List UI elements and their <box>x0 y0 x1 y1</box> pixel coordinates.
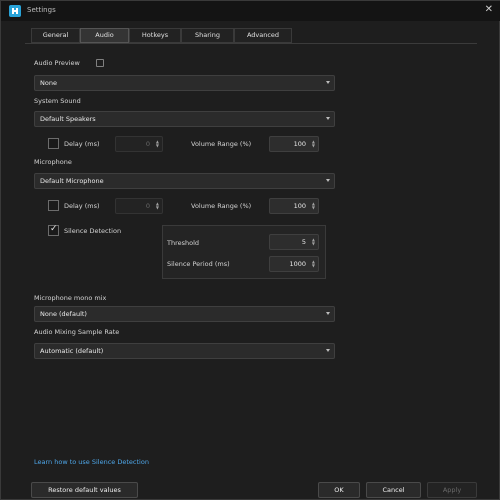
mic-delay-spinner[interactable]: 0 ▲ ▼ <box>115 198 163 214</box>
mic-volume-spinner[interactable]: 100 ▲ ▼ <box>269 198 319 214</box>
silence-detection-checkbox[interactable] <box>48 224 59 236</box>
sample-rate-label: Audio Mixing Sample Rate <box>34 328 120 336</box>
system-delay-spinner[interactable]: 0 ▲ ▼ <box>115 136 163 152</box>
help-icon[interactable] <box>96 59 104 67</box>
title-bar: Settings ✕ <box>1 1 500 21</box>
chevron-down-icon <box>326 117 330 120</box>
spinner-arrows-icon: ▲ ▼ <box>155 201 159 210</box>
mono-mix-value: None (default) <box>40 310 87 318</box>
silence-period-spinner[interactable]: 1000 ▲ ▼ <box>269 256 319 272</box>
settings-window: Settings ✕ General Audio Hotkeys Sharing… <box>0 0 500 500</box>
apply-button[interactable]: Apply <box>427 482 477 498</box>
microphone-value: Default Microphone <box>40 177 104 185</box>
system-sound-select[interactable]: Default Speakers <box>34 111 335 127</box>
silence-detection-label: Silence Detection <box>64 227 122 235</box>
system-volume-value: 100 <box>293 140 306 148</box>
mic-delay-checkbox[interactable] <box>48 200 59 211</box>
chevron-down-icon <box>326 179 330 182</box>
spinner-arrows-icon: ▲ ▼ <box>155 139 159 148</box>
system-delay-label: Delay (ms) <box>64 140 100 148</box>
audio-preview-value: None <box>40 79 57 87</box>
app-logo-icon <box>9 5 21 17</box>
system-sound-value: Default Speakers <box>40 115 96 123</box>
mic-delay-value: 0 <box>145 202 150 210</box>
silence-period-label: Silence Period (ms) <box>167 260 230 268</box>
tab-sharing[interactable]: Sharing <box>181 28 234 43</box>
mono-mix-label: Microphone mono mix <box>34 294 107 302</box>
chevron-down-icon <box>326 312 330 315</box>
cancel-button[interactable]: Cancel <box>366 482 421 498</box>
system-delay-value: 0 <box>145 140 150 148</box>
system-sound-label: System Sound <box>34 97 81 105</box>
system-volume-label: Volume Range (%) <box>191 140 252 148</box>
tab-advanced[interactable]: Advanced <box>234 28 292 43</box>
mic-volume-label: Volume Range (%) <box>191 202 252 210</box>
ok-button[interactable]: OK <box>318 482 360 498</box>
spinner-arrows-icon: ▲ ▼ <box>311 139 315 148</box>
system-volume-spinner[interactable]: 100 ▲ ▼ <box>269 136 319 152</box>
spinner-arrows-icon: ▲ ▼ <box>311 237 315 246</box>
tab-bar: General Audio Hotkeys Sharing Advanced <box>31 28 292 43</box>
mic-delay-label: Delay (ms) <box>64 202 100 210</box>
threshold-spinner[interactable]: 5 ▲ ▼ <box>269 234 319 250</box>
microphone-select[interactable]: Default Microphone <box>34 173 335 189</box>
spinner-arrows-icon: ▲ ▼ <box>311 201 315 210</box>
mono-mix-select[interactable]: None (default) <box>34 306 335 322</box>
audio-preview-select[interactable]: None <box>34 75 335 91</box>
sample-rate-value: Automatic (default) <box>40 347 104 355</box>
silence-detection-help-link[interactable]: Learn how to use Silence Detection <box>34 458 149 466</box>
mic-volume-value: 100 <box>293 202 306 210</box>
audio-preview-label: Audio Preview <box>34 59 80 67</box>
close-icon[interactable]: ✕ <box>485 4 493 15</box>
restore-defaults-button[interactable]: Restore default values <box>31 482 138 498</box>
window-title: Settings <box>27 6 56 14</box>
chevron-down-icon <box>326 349 330 352</box>
threshold-label: Threshold <box>167 239 200 247</box>
tab-hotkeys[interactable]: Hotkeys <box>129 28 181 43</box>
silence-period-value: 1000 <box>289 260 306 268</box>
sample-rate-select[interactable]: Automatic (default) <box>34 343 335 359</box>
spinner-arrows-icon: ▲ ▼ <box>311 259 315 268</box>
tab-general[interactable]: General <box>31 28 80 43</box>
system-delay-checkbox[interactable] <box>48 138 59 149</box>
microphone-label: Microphone <box>34 158 72 166</box>
tab-audio[interactable]: Audio <box>80 28 129 43</box>
threshold-value: 5 <box>301 238 306 246</box>
chevron-down-icon <box>326 81 330 84</box>
